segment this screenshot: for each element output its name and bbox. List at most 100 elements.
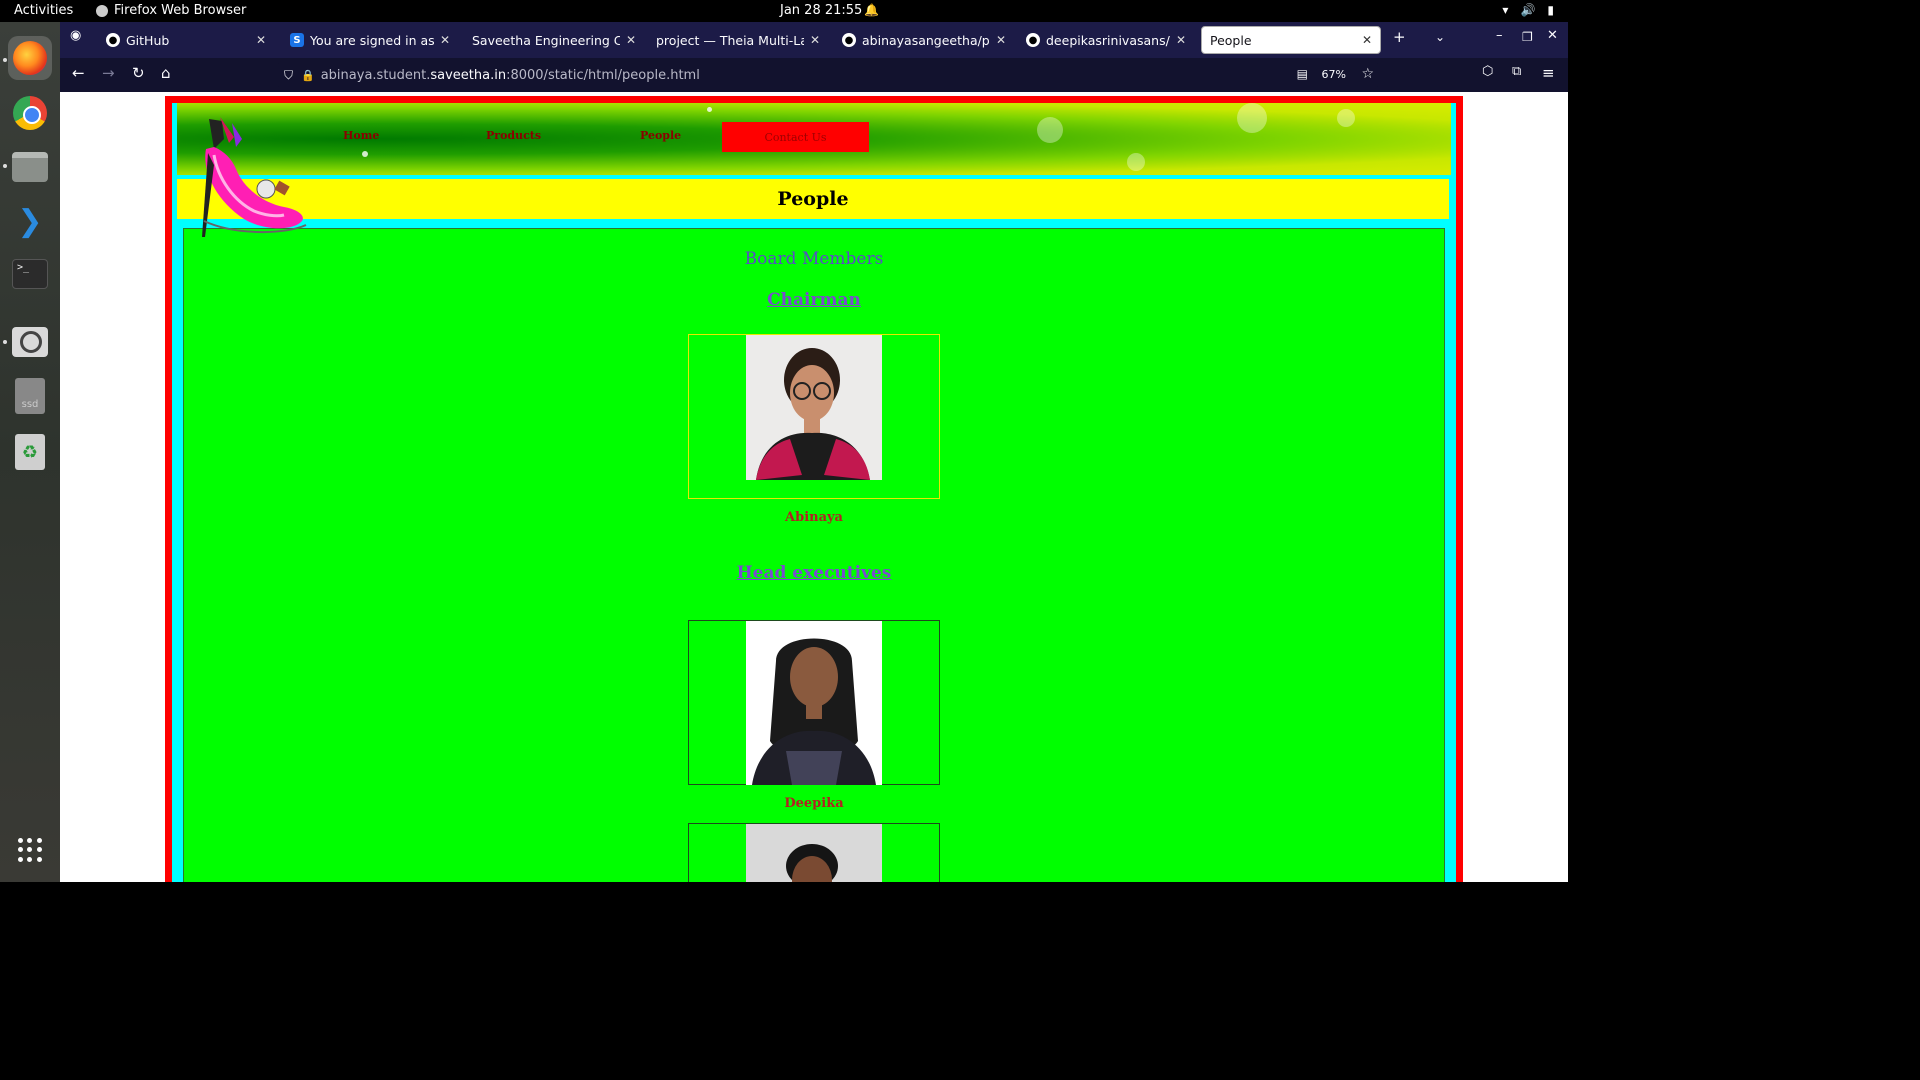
dock: ❯ >_ ssd ♻ [0, 22, 60, 882]
reload-icon[interactable]: ↻ [132, 64, 145, 82]
executive-photo-frame [688, 620, 940, 785]
tab-people[interactable]: People ✕ [1201, 26, 1381, 54]
portrait-image [746, 621, 882, 785]
bokeh-decoration [1127, 153, 1145, 171]
board-members-heading: Board Members [744, 249, 884, 269]
pocket-icon[interactable]: ⬡ [1482, 64, 1493, 79]
system-top-bar: Activities Firefox Web Browser Jan 28 21… [0, 0, 1568, 22]
list-tabs-icon[interactable]: ⌄ [1435, 30, 1445, 44]
restore-icon[interactable]: ❐ [1522, 30, 1533, 44]
github-icon: ● [1026, 33, 1040, 47]
dock-files[interactable] [8, 145, 52, 189]
url-prefix: abinaya.student. [320, 67, 431, 83]
back-icon[interactable]: ← [72, 64, 85, 82]
tab-theia[interactable]: project — Theia Multi-Langu ✕ [648, 26, 828, 54]
close-tab-icon[interactable]: ✕ [440, 33, 450, 47]
nav-home-link[interactable]: Home [343, 129, 379, 142]
dock-chrome[interactable] [8, 91, 52, 135]
app-menu[interactable]: Firefox Web Browser [96, 3, 246, 18]
tab-deepika-repo[interactable]: ● deepikasrinivasans/prodc ✕ [1018, 26, 1194, 54]
chrome-icon [13, 96, 47, 130]
chairman-name: Abinaya [785, 510, 843, 525]
tab-signed-in[interactable]: S You are signed in as 2200 ✕ [282, 26, 458, 54]
chairman-photo-frame [688, 334, 940, 499]
tab-saveetha[interactable]: Saveetha Engineering Colleg ✕ [464, 26, 644, 54]
lock-icon[interactable]: 🔒 [301, 69, 315, 82]
content-panel: Board Members Chairman Abinaya Head exec… [183, 228, 1445, 882]
s-icon: S [290, 33, 304, 47]
tab-github[interactable]: ● GitHub ✕ [98, 26, 274, 54]
url-domain: saveetha.in [430, 67, 507, 83]
shoe-logo-icon [202, 117, 307, 237]
nav-products-link[interactable]: Products [486, 129, 541, 142]
tab-title: You are signed in as 2200 [310, 32, 434, 48]
menu-icon[interactable]: ≡ [1542, 64, 1555, 82]
running-indicator [3, 58, 7, 62]
vscode-icon: ❯ [17, 203, 43, 239]
bokeh-decoration [1237, 103, 1267, 133]
firefox-view-icon[interactable]: ◉ [70, 28, 81, 43]
dock-vscode[interactable]: ❯ [8, 199, 52, 243]
bookmark-star-icon[interactable]: ☆ [1361, 66, 1374, 82]
firefox-icon [13, 41, 47, 75]
site-header: Home Products People Contact Us [177, 103, 1451, 175]
reader-mode-icon[interactable]: ▤ [1297, 67, 1308, 81]
portrait-image [746, 824, 882, 882]
tab-strip: ◉ ● GitHub ✕ S You are signed in as 2200… [60, 22, 1568, 58]
show-apps-button[interactable] [8, 828, 52, 872]
github-icon: ● [842, 33, 856, 47]
close-tab-icon[interactable]: ✕ [1176, 33, 1186, 47]
new-tab-icon[interactable]: + [1393, 28, 1406, 46]
tab-title: Saveetha Engineering Colleg [472, 32, 620, 48]
zoom-level[interactable]: 67% [1322, 68, 1346, 81]
dock-trash[interactable]: ♻ [8, 430, 52, 474]
magnifier-icon [12, 327, 48, 357]
files-icon [12, 152, 48, 182]
head-executives-heading[interactable]: Head executives [184, 563, 1444, 583]
page-frame: Home Products People Contact Us People B… [165, 96, 1463, 882]
close-tab-icon[interactable]: ✕ [256, 33, 266, 47]
drive-icon: ssd [15, 378, 45, 414]
chairman-heading[interactable]: Chairman [184, 290, 1444, 310]
nav-people-link[interactable]: People [640, 129, 681, 142]
dock-firefox[interactable] [8, 36, 52, 80]
minimize-icon[interactable]: – [1496, 28, 1503, 43]
tab-title: abinayasangeetha/produ [862, 32, 990, 48]
activities-button[interactable]: Activities [14, 3, 73, 18]
close-tab-icon[interactable]: ✕ [810, 33, 820, 47]
dock-search[interactable] [8, 320, 52, 364]
running-indicator [3, 164, 7, 168]
tab-title: People [1210, 32, 1252, 48]
tab-title: GitHub [126, 32, 170, 48]
bokeh-decoration [1037, 117, 1063, 143]
page-title-bar: People [177, 179, 1449, 219]
chairman-photo [746, 335, 882, 480]
close-window-icon[interactable]: ✕ [1547, 28, 1558, 43]
tab-abinaya-repo[interactable]: ● abinayasangeetha/produ ✕ [834, 26, 1014, 54]
trash-icon: ♻ [15, 434, 45, 470]
portrait-image [746, 335, 882, 480]
executive-photo [746, 824, 882, 882]
contact-us-button[interactable]: Contact Us [722, 122, 869, 152]
executive-photo [746, 621, 882, 785]
extensions-icon[interactable]: ⧉ [1512, 64, 1521, 79]
close-tab-icon[interactable]: ✕ [996, 33, 1006, 47]
battery-icon: ▮ [1547, 3, 1554, 17]
page-title: People [777, 188, 849, 210]
clock[interactable]: Jan 28 21:55 [780, 3, 862, 18]
dock-terminal[interactable]: >_ [8, 252, 52, 296]
system-tray[interactable]: ▾ 🔊 ▮ [1502, 3, 1554, 17]
close-tab-icon[interactable]: ✕ [626, 33, 636, 47]
home-icon[interactable]: ⌂ [161, 64, 171, 82]
forward-icon[interactable]: → [102, 64, 115, 82]
close-tab-icon[interactable]: ✕ [1362, 33, 1372, 47]
bokeh-decoration [1337, 109, 1355, 127]
web-page: Home Products People Contact Us People B… [60, 92, 1568, 882]
bokeh-decoration [707, 107, 712, 112]
dock-ssd[interactable]: ssd [8, 374, 52, 418]
tab-title: deepikasrinivasans/prodc [1046, 32, 1170, 48]
shield-icon[interactable]: ⛉ [284, 68, 293, 83]
url-text: abinaya.student.saveetha.in:8000/static/… [321, 68, 700, 83]
notification-bell-icon: 🔔 [864, 3, 879, 17]
url-bar[interactable]: ⛉ 🔒 abinaya.student.saveetha.in:8000/sta… [278, 61, 1378, 89]
